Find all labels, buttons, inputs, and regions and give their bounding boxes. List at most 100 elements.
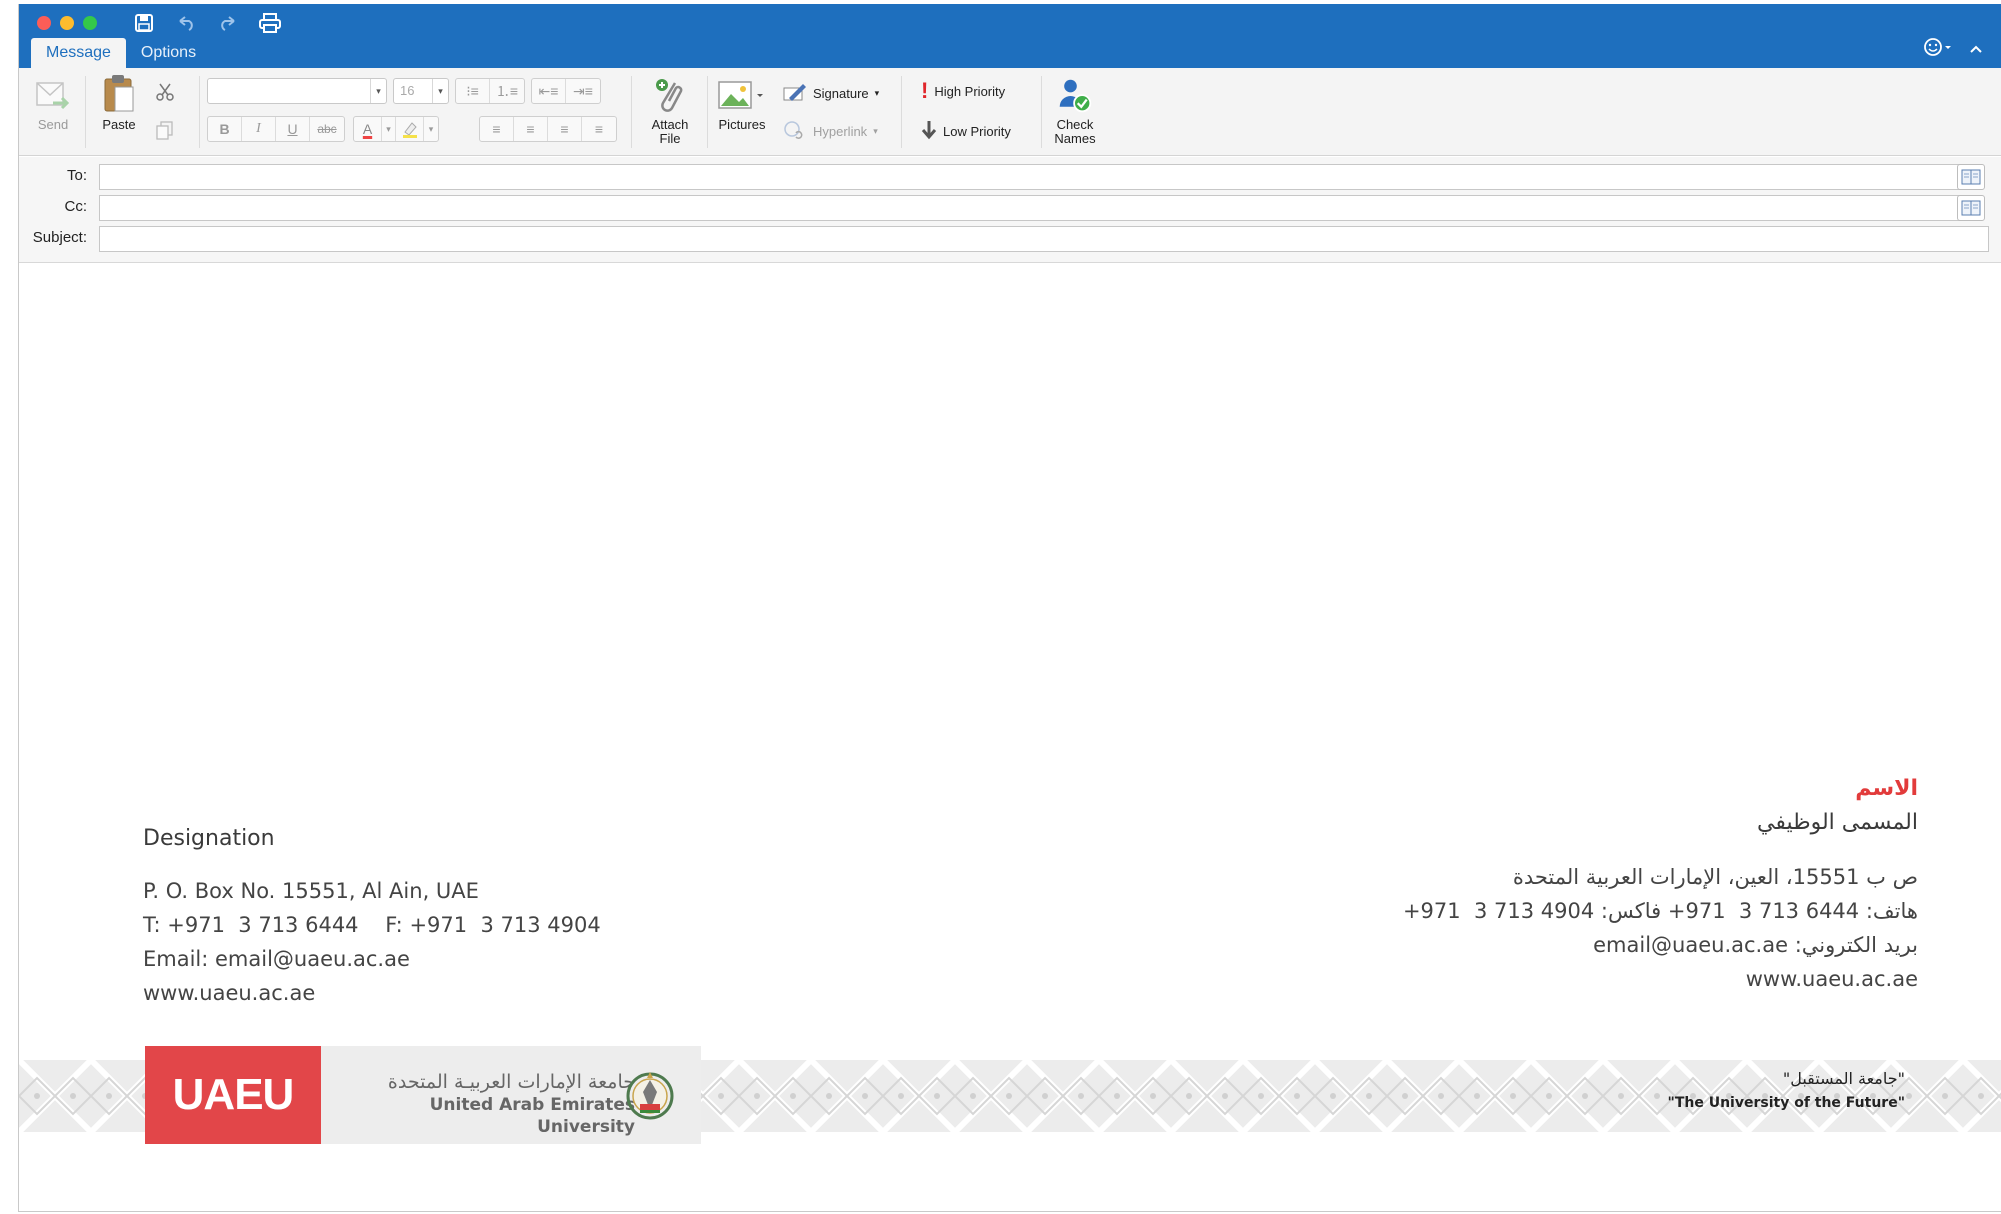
window-controls [37, 16, 97, 30]
hyperlink-button[interactable]: Hyperlink ▾ [783, 120, 878, 143]
increase-indent-icon[interactable]: ⇥≡ [566, 79, 600, 103]
copy-button[interactable] [155, 120, 175, 143]
chevron-down-icon[interactable]: ▾ [432, 79, 448, 103]
uaeu-wordmark: UAEU [145, 1046, 321, 1144]
font-size-combo[interactable]: 16 ▾ [393, 78, 449, 104]
phone-ar-value: +971 3 713 6444 [1667, 899, 1860, 923]
chevron-down-icon: ▾ [874, 88, 880, 98]
align-left-icon[interactable]: ≡ [480, 117, 514, 141]
close-window-button[interactable] [37, 16, 51, 30]
cut-button[interactable] [155, 82, 175, 105]
quick-access-toolbar [133, 12, 281, 34]
signature-button[interactable]: Signature ▾ [783, 82, 879, 105]
save-icon[interactable] [133, 12, 155, 34]
university-emblem-icon [625, 1066, 675, 1124]
chevron-down-icon[interactable]: ▾ [370, 79, 386, 103]
website-en[interactable]: www.uaeu.ac.ae [143, 976, 601, 1010]
ribbon-separator [901, 76, 902, 148]
tagline-en: "The University of the Future" [1667, 1095, 1905, 1111]
underline-button[interactable]: U [276, 117, 310, 141]
ribbon-separator [631, 76, 632, 148]
bold-button[interactable]: B [208, 117, 242, 141]
feedback-smiley-icon[interactable] [1923, 37, 1953, 62]
alignment-buttons: ≡ ≡ ≡ ≡ [479, 116, 617, 142]
name-ar: الاسم [1855, 776, 1918, 801]
address-en: P. O. Box No. 15551, Al Ain, UAE [143, 879, 479, 903]
email-ar-line: بريد الكتروني: email@uaeu.ac.ae [1403, 928, 1918, 962]
italic-button[interactable]: I [242, 117, 276, 141]
collapse-ribbon-icon[interactable] [1969, 41, 1983, 59]
highlight-icon[interactable] [396, 117, 424, 141]
font-size-value: 16 [400, 83, 415, 98]
paste-button[interactable]: Paste [97, 72, 141, 132]
phone-en: T: +971 3 713 6444 F: +971 3 713 4904 [143, 913, 601, 937]
cc-field[interactable] [99, 195, 1969, 221]
font-name-combo[interactable]: ▾ [207, 78, 387, 104]
ribbon-separator [1041, 76, 1042, 148]
font-color-button[interactable]: A [354, 117, 382, 141]
tab-options[interactable]: Options [126, 38, 211, 68]
zoom-window-button[interactable] [83, 16, 97, 30]
email-en[interactable]: Email: email@uaeu.ac.ae [143, 942, 601, 976]
designation-ar: المسمى الوظيفي [1756, 810, 1918, 835]
strikethrough-button[interactable]: abc [310, 117, 344, 141]
ribbon-tabs: Message Options [31, 38, 211, 68]
attach-label-line2: File [659, 131, 681, 146]
numbering-icon[interactable]: ⒈≡ [490, 79, 524, 103]
university-name-en: United Arab Emirates University [429, 1095, 635, 1137]
scissors-icon [155, 82, 175, 105]
ribbon-separator [199, 76, 200, 148]
signature-pen-icon [783, 82, 807, 105]
check-names-label-line1: Check [1056, 117, 1094, 132]
address-book-icon[interactable] [1957, 164, 1985, 190]
subject-row: Subject: [19, 226, 2001, 252]
cc-row: Cc: [19, 195, 2001, 221]
minimize-window-button[interactable] [60, 16, 74, 30]
check-names-button[interactable]: Check Names [1045, 76, 1105, 146]
attach-file-button[interactable]: Attach File [639, 76, 701, 146]
pictures-button[interactable]: Pictures [713, 76, 771, 132]
send-icon [35, 76, 71, 116]
ribbon: Send Paste ▾ 16 ▾ ⁝≡ ⒈≡ ⇤≡ ⇥≡ B I U abc … [19, 68, 2001, 156]
phone-ar-label: هاتف: [1865, 899, 1918, 923]
high-priority-button[interactable]: ! High Priority [921, 78, 1006, 103]
high-priority-label: High Priority [934, 83, 1006, 99]
address-book-icon[interactable] [1957, 195, 1985, 221]
align-right-icon[interactable]: ≡ [548, 117, 582, 141]
align-center-icon[interactable]: ≡ [514, 117, 548, 141]
justify-icon[interactable]: ≡ [582, 117, 616, 141]
undo-icon[interactable] [175, 12, 197, 34]
uaeu-logo: UAEU جامعة الإمارات العربيـة المتحدة Uni… [145, 1046, 701, 1144]
print-icon[interactable] [259, 12, 281, 34]
chevron-down-icon[interactable]: ▾ [382, 117, 396, 141]
color-buttons: A ▾ ▾ [353, 116, 439, 142]
signature-arabic: الاسم المسمى الوظيفي ص ب 15551، العين، ا… [1403, 772, 1918, 996]
decrease-indent-icon[interactable]: ⇤≡ [532, 79, 566, 103]
tab-message[interactable]: Message [31, 38, 126, 68]
chevron-down-icon[interactable]: ▾ [424, 117, 438, 141]
title-right-controls [1923, 37, 1983, 62]
outlook-compose-window: Message Options Send Paste ▾ 16 ▾ ⁝≡ ⒈≡ … [18, 4, 2001, 1212]
website-ar[interactable]: www.uaeu.ac.ae [1403, 962, 1918, 996]
send-label: Send [37, 117, 69, 132]
signature-english: Designation P. O. Box No. 15551, Al Ain,… [143, 822, 601, 1010]
email-ar-value[interactable]: email@uaeu.ac.ae [1593, 933, 1788, 957]
low-priority-label: Low Priority [943, 124, 1011, 139]
bullets-icon[interactable]: ⁝≡ [456, 79, 490, 103]
low-priority-button[interactable]: Low Priority [921, 120, 1011, 143]
list-buttons: ⁝≡ ⒈≡ [455, 78, 525, 104]
subject-label: Subject: [32, 229, 87, 246]
ribbon-separator [85, 76, 86, 148]
down-arrow-icon [921, 120, 937, 143]
tagline-ar: "جامعة المستقبل" [1782, 1069, 1905, 1088]
ribbon-separator [707, 76, 708, 148]
redo-icon[interactable] [217, 12, 239, 34]
send-button[interactable]: Send [29, 76, 77, 132]
exclamation-icon: ! [921, 78, 929, 103]
email-ar-label: بريد الكتروني: [1794, 933, 1918, 957]
hyperlink-label: Hyperlink [813, 124, 868, 139]
to-field[interactable] [99, 164, 1969, 190]
signature-label: Signature [813, 86, 869, 101]
check-names-icon [1057, 76, 1093, 116]
subject-field[interactable] [99, 226, 1989, 252]
